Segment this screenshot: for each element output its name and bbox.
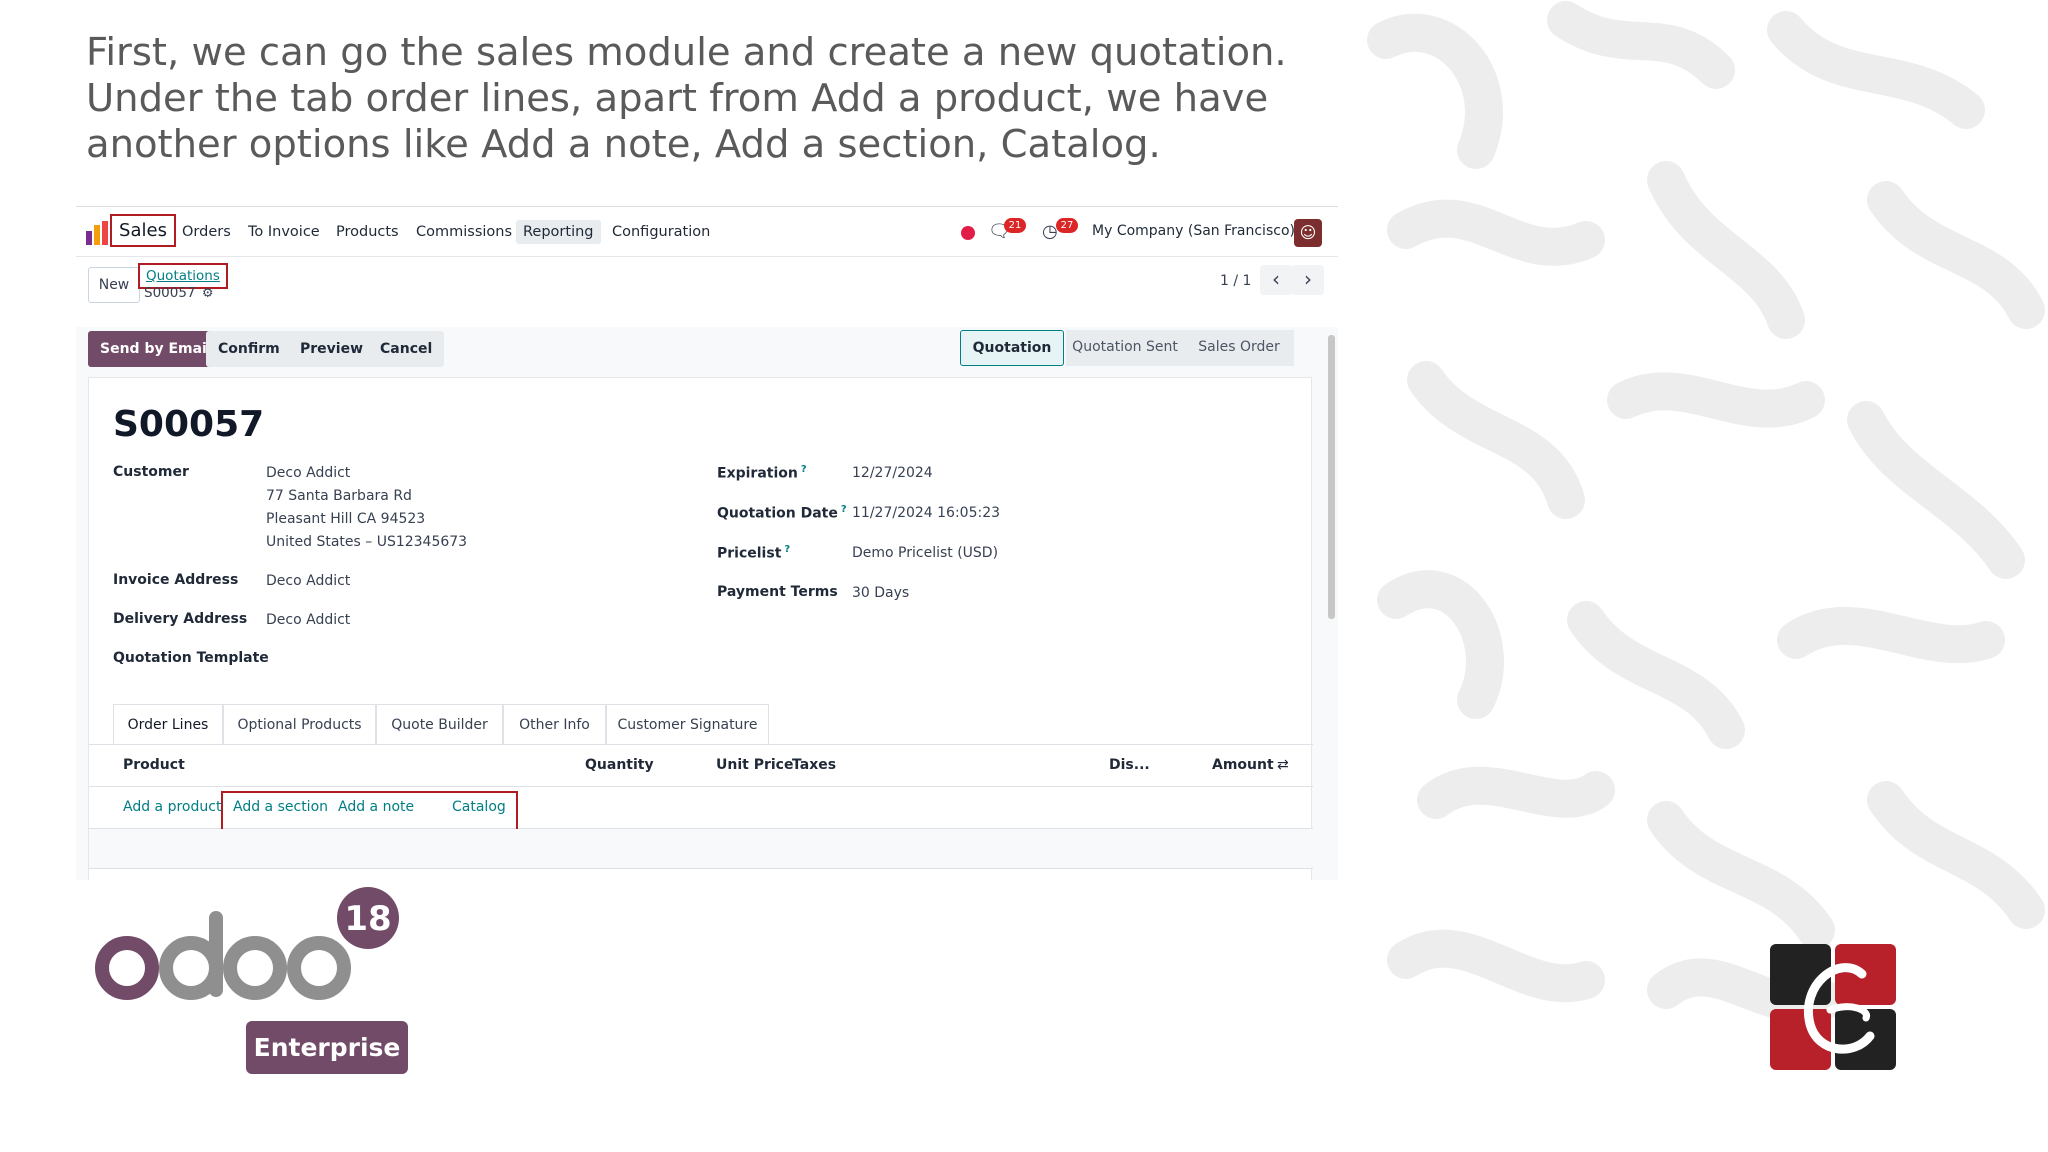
stage-quotation-sent[interactable]: Quotation Sent: [1066, 330, 1184, 366]
quotation-date-label-text: Quotation Date: [717, 505, 838, 522]
delivery-address-label: Delivery Address: [113, 611, 248, 627]
empty-table-row: [89, 829, 1313, 869]
payment-terms-field[interactable]: 30 Days: [852, 585, 909, 601]
customer-address-line2: Pleasant Hill CA 94523: [266, 511, 426, 527]
help-icon[interactable]: ?: [841, 504, 847, 515]
pager-value[interactable]: 1 / 1: [1220, 273, 1251, 289]
stage-quotation[interactable]: Quotation: [960, 330, 1064, 366]
pricelist-label: Pricelist?: [717, 544, 790, 562]
nav-item-reporting[interactable]: Reporting: [516, 220, 601, 244]
quotation-date-field[interactable]: 11/27/2024 16:05:23: [852, 505, 1000, 521]
intro-line-1: First, we can go the sales module and cr…: [86, 30, 1287, 75]
order-lines-header: Product Quantity Unit Price Taxes Dis...…: [89, 745, 1313, 787]
breadcrumb-record-label: S00057: [144, 285, 196, 301]
payment-terms-label: Payment Terms: [717, 584, 838, 600]
customer-address-line3: United States – US12345673: [266, 534, 468, 550]
intro-line-2: Under the tab order lines, apart from Ad…: [86, 76, 1269, 121]
help-icon[interactable]: ?: [784, 544, 790, 555]
nav-item-configuration[interactable]: Configuration: [605, 220, 717, 244]
pricelist-field[interactable]: Demo Pricelist (USD): [852, 545, 998, 561]
activities-badge: 27: [1056, 218, 1078, 233]
breadcrumb-record: S00057 ⚙: [144, 285, 213, 301]
column-taxes[interactable]: Taxes: [792, 757, 836, 773]
nav-item-to-invoice[interactable]: To Invoice: [241, 220, 327, 244]
company-switcher[interactable]: My Company (San Francisco): [1092, 223, 1295, 239]
customer-label: Customer: [113, 464, 189, 480]
new-button[interactable]: New: [88, 267, 140, 303]
delivery-address-field[interactable]: Deco Addict: [266, 612, 350, 628]
quotation-template-label: Quotation Template: [113, 650, 269, 666]
sales-app-icon[interactable]: [86, 221, 108, 245]
enterprise-badge: Enterprise: [246, 1021, 408, 1074]
customer-field[interactable]: Deco Addict: [266, 465, 350, 481]
chevron-right-icon[interactable]: ›: [1292, 265, 1324, 295]
confirm-button[interactable]: Confirm: [206, 331, 292, 367]
column-amount[interactable]: Amount: [1212, 757, 1274, 773]
column-settings-icon[interactable]: ⇄: [1277, 757, 1289, 773]
help-icon[interactable]: ?: [801, 464, 807, 475]
expiration-label-text: Expiration: [717, 465, 798, 482]
pricelist-label-text: Pricelist: [717, 545, 782, 562]
invoice-address-label: Invoice Address: [113, 572, 239, 588]
stage-sales-order[interactable]: Sales Order: [1184, 330, 1294, 366]
user-avatar[interactable]: ☺: [1294, 219, 1322, 247]
column-quantity[interactable]: Quantity: [585, 757, 654, 773]
background-pattern: [1366, 0, 2048, 1070]
expiration-label: Expiration?: [717, 464, 807, 482]
invoice-address-field[interactable]: Deco Addict: [266, 573, 350, 589]
chevron-left-icon[interactable]: ‹: [1260, 265, 1292, 295]
send-by-email-button[interactable]: Send by Email: [88, 331, 224, 367]
column-product[interactable]: Product: [123, 757, 185, 773]
preview-button[interactable]: Preview: [288, 331, 376, 367]
status-dot-icon[interactable]: [961, 226, 975, 240]
expiration-field[interactable]: 12/27/2024: [852, 465, 933, 481]
intro-text: First, we can go the sales module and cr…: [86, 30, 1346, 168]
gear-icon[interactable]: ⚙: [202, 286, 214, 301]
slide: { "slide": { "intro_line1": "First, we c…: [0, 0, 2048, 1152]
column-discount[interactable]: Dis...: [1109, 757, 1150, 773]
nav-item-products[interactable]: Products: [329, 220, 406, 244]
messages-badge: 21: [1004, 218, 1026, 233]
vertical-scrollbar[interactable]: [1328, 335, 1335, 619]
nav-app-sales[interactable]: Sales: [110, 214, 176, 247]
odoo-version: 18: [344, 899, 391, 939]
tab-customer-signature[interactable]: Customer Signature: [606, 704, 769, 744]
record-title: S00057: [113, 404, 265, 445]
customer-address-line1: 77 Santa Barbara Rd: [266, 488, 412, 504]
nav-item-orders[interactable]: Orders: [175, 220, 238, 244]
cancel-button[interactable]: Cancel: [368, 331, 445, 367]
cybrosys-logo: [1770, 944, 1896, 1070]
odoo-app-window: Sales Orders To Invoice Products Commiss…: [76, 206, 1338, 880]
tab-other-info[interactable]: Other Info: [503, 704, 606, 744]
intro-line-3: another options like Add a note, Add a s…: [86, 122, 1161, 167]
nav-item-commissions[interactable]: Commissions: [409, 220, 519, 244]
swirl-pattern-graphic: [1367, 1, 2045, 1023]
column-unit-price[interactable]: Unit Price: [716, 757, 793, 773]
tab-optional-products[interactable]: Optional Products: [223, 704, 376, 744]
add-product-link[interactable]: Add a product: [123, 799, 221, 815]
top-navbar: Sales Orders To Invoice Products Commiss…: [76, 207, 1338, 257]
tab-quote-builder[interactable]: Quote Builder: [376, 704, 503, 744]
tab-order-lines[interactable]: Order Lines: [113, 704, 223, 744]
quotation-date-label: Quotation Date?: [717, 504, 847, 522]
form-sheet: S00057 Customer Deco Addict 77 Santa Bar…: [88, 377, 1313, 880]
